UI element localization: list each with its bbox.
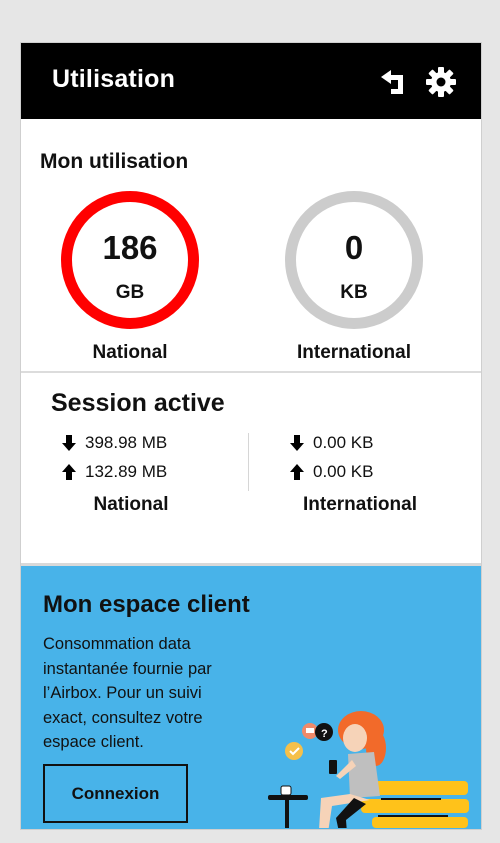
arrow-down-icon (62, 434, 76, 451)
usage-section: Mon utilisation 186 GB National 0 KB Int… (21, 119, 481, 373)
international-upload-stat: 0.00 KB (289, 462, 374, 482)
client-space-banner: Mon espace client Consommation data inst… (21, 563, 481, 829)
national-upload-stat: 132.89 MB (61, 462, 167, 482)
woman-phone-illustration: ? (268, 711, 469, 828)
promo-text-line: instantanée fournie par (43, 659, 212, 678)
international-usage-value: 0 (344, 229, 364, 266)
session-international-label: International (302, 494, 417, 515)
arrow-down-icon (290, 434, 304, 451)
national-upload-value: 132.89 MB (85, 462, 168, 481)
national-download-stat: 398.98 MB (61, 433, 167, 453)
promo-text-line: exact, consultez votre (43, 708, 203, 727)
session-section: Session active 398.98 MB 132.89 MB 0.00 … (21, 373, 481, 563)
international-download-value: 0.00 KB (313, 433, 374, 452)
promo-text-line: l’Airbox. Pour un suivi (43, 684, 202, 702)
connexion-button[interactable]: Connexion (43, 764, 188, 823)
promo-text-line: Consommation data (43, 635, 191, 653)
gear-icon[interactable] (425, 66, 457, 98)
promo-title: Mon espace client (43, 591, 250, 618)
national-usage-value: 186 (102, 229, 158, 266)
international-download-stat: 0.00 KB (289, 433, 374, 453)
national-usage-gauge: 186 GB (61, 191, 199, 329)
international-upload-value: 0.00 KB (313, 462, 374, 481)
session-national-label: National (93, 494, 169, 515)
national-download-value: 398.98 MB (85, 433, 168, 452)
international-usage-unit: KB (340, 282, 368, 303)
national-usage-unit: GB (115, 282, 145, 303)
usage-title: Mon utilisation (40, 150, 189, 173)
arrow-up-icon (62, 463, 76, 480)
international-usage-label: International (296, 342, 411, 363)
promo-text-line: espace client. (43, 733, 144, 751)
header-bar: Utilisation (21, 43, 481, 119)
national-usage-label: National (92, 342, 168, 363)
session-title: Session active (51, 389, 225, 417)
page-title: Utilisation (52, 65, 176, 93)
back-icon[interactable] (378, 66, 410, 98)
svg-text:?: ? (321, 728, 328, 740)
international-usage-gauge: 0 KB (285, 191, 423, 329)
promo-description: Consommation data instantanée fournie pa… (43, 632, 263, 755)
usage-card: Utilisation Mon utilisation 186 GB Natio… (20, 42, 482, 830)
session-divider (248, 433, 249, 491)
arrow-up-icon (290, 463, 304, 480)
